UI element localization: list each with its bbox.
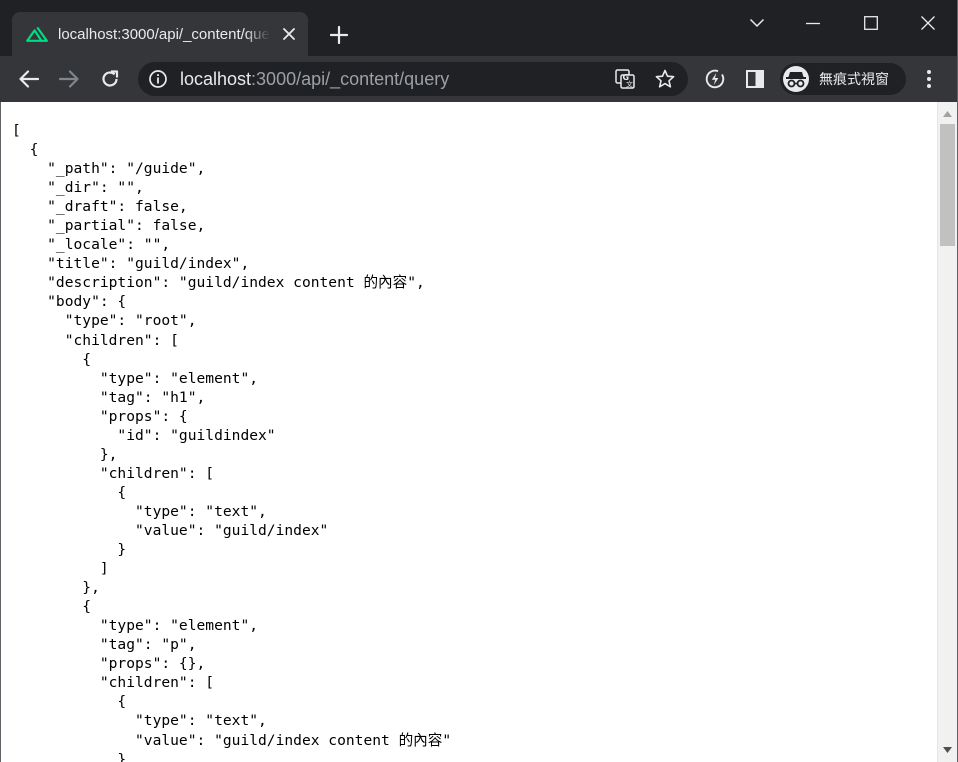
url-host: localhost — [180, 69, 252, 89]
incognito-label: 無痕式視窗 — [819, 71, 889, 87]
json-line: }, — [12, 445, 118, 463]
json-line: "children": [ — [12, 464, 215, 482]
json-line: "_dir": "", — [12, 179, 144, 197]
minimize-window-icon[interactable] — [798, 8, 828, 38]
json-line: "title": "guild/index", — [12, 255, 250, 273]
window-border-left — [0, 102, 1, 762]
incognito-icon — [783, 66, 809, 92]
json-line: [ — [12, 122, 21, 139]
json-line: "props": {}, — [12, 655, 206, 673]
svg-text:文: 文 — [626, 80, 633, 89]
incognito-profile-button[interactable]: 無痕式視窗 — [780, 63, 906, 95]
address-bar[interactable]: localhost:3000/api/_content/query G 文 — [138, 62, 688, 96]
close-window-icon[interactable] — [913, 8, 943, 38]
json-line: "type": "element", — [12, 369, 259, 387]
tab-title: localhost:3000/api/_content/query — [58, 25, 270, 43]
vertical-scrollbar[interactable] — [937, 102, 957, 762]
json-line: { — [12, 350, 92, 368]
json-line: "children": [ — [12, 331, 179, 349]
json-line: "type": "element", — [12, 617, 259, 635]
json-line: } — [12, 750, 127, 762]
json-line: "value": "guild/index" — [12, 521, 329, 539]
forward-arrow-icon[interactable] — [54, 64, 84, 94]
json-line: { — [12, 598, 92, 616]
json-response-text: [ { "_path": "/guide", "_dir": "", "_dra… — [12, 121, 451, 762]
tab-search-chevron-down-icon[interactable] — [742, 8, 772, 38]
scroll-down-arrow-icon[interactable] — [938, 742, 957, 758]
new-tab-plus-icon[interactable] — [326, 22, 352, 48]
site-info-icon[interactable] — [148, 69, 168, 89]
json-line: "_draft": false, — [12, 198, 188, 216]
json-line: "children": [ — [12, 674, 215, 692]
json-line: "_path": "/guide", — [12, 160, 206, 178]
json-line: "type": "root", — [12, 312, 197, 330]
json-line: { — [12, 483, 127, 501]
browser-tab-active[interactable]: localhost:3000/api/_content/query — [12, 12, 308, 56]
side-panel-icon[interactable] — [740, 64, 770, 94]
maximize-window-icon[interactable] — [856, 8, 886, 38]
json-line: "tag": "p", — [12, 636, 197, 654]
json-line: { — [12, 141, 39, 159]
json-line: "id": "guildindex" — [12, 426, 276, 444]
json-line: "type": "text", — [12, 712, 267, 730]
json-line: "description": "guild/index content 的內容"… — [12, 274, 425, 292]
back-arrow-icon[interactable] — [14, 64, 44, 94]
nuxt-logo-icon — [26, 25, 48, 43]
scrollbar-thumb[interactable] — [940, 124, 955, 246]
json-line: "type": "text", — [12, 502, 267, 520]
json-line: "_partial": false, — [12, 217, 206, 235]
json-line: } — [12, 541, 127, 559]
bookmark-star-icon[interactable] — [654, 68, 676, 90]
reload-icon[interactable] — [95, 64, 125, 94]
scroll-up-arrow-icon[interactable] — [938, 106, 957, 122]
json-line: "value": "guild/index content 的內容" — [12, 731, 452, 749]
json-line: }, — [12, 579, 100, 597]
json-line: "props": { — [12, 407, 188, 425]
json-line: { — [12, 693, 127, 711]
translate-icon[interactable]: G 文 — [614, 68, 636, 90]
url-path: :3000/api/_content/query — [251, 69, 450, 89]
close-tab-icon[interactable] — [280, 25, 298, 43]
more-menu-icon[interactable] — [914, 64, 944, 94]
json-line: "_locale": "", — [12, 236, 171, 254]
page-content: [ { "_path": "/guide", "_dir": "", "_dra… — [1, 102, 937, 762]
tab-strip: localhost:3000/api/_content/query — [0, 0, 958, 56]
browser-toolbar: localhost:3000/api/_content/query G 文 無痕… — [0, 56, 958, 102]
url-text: localhost:3000/api/_content/query — [180, 69, 449, 89]
json-line: ] — [12, 560, 109, 578]
performance-bolt-icon[interactable] — [700, 64, 730, 94]
json-line: "body": { — [12, 293, 127, 311]
json-line: "tag": "h1", — [12, 388, 206, 406]
